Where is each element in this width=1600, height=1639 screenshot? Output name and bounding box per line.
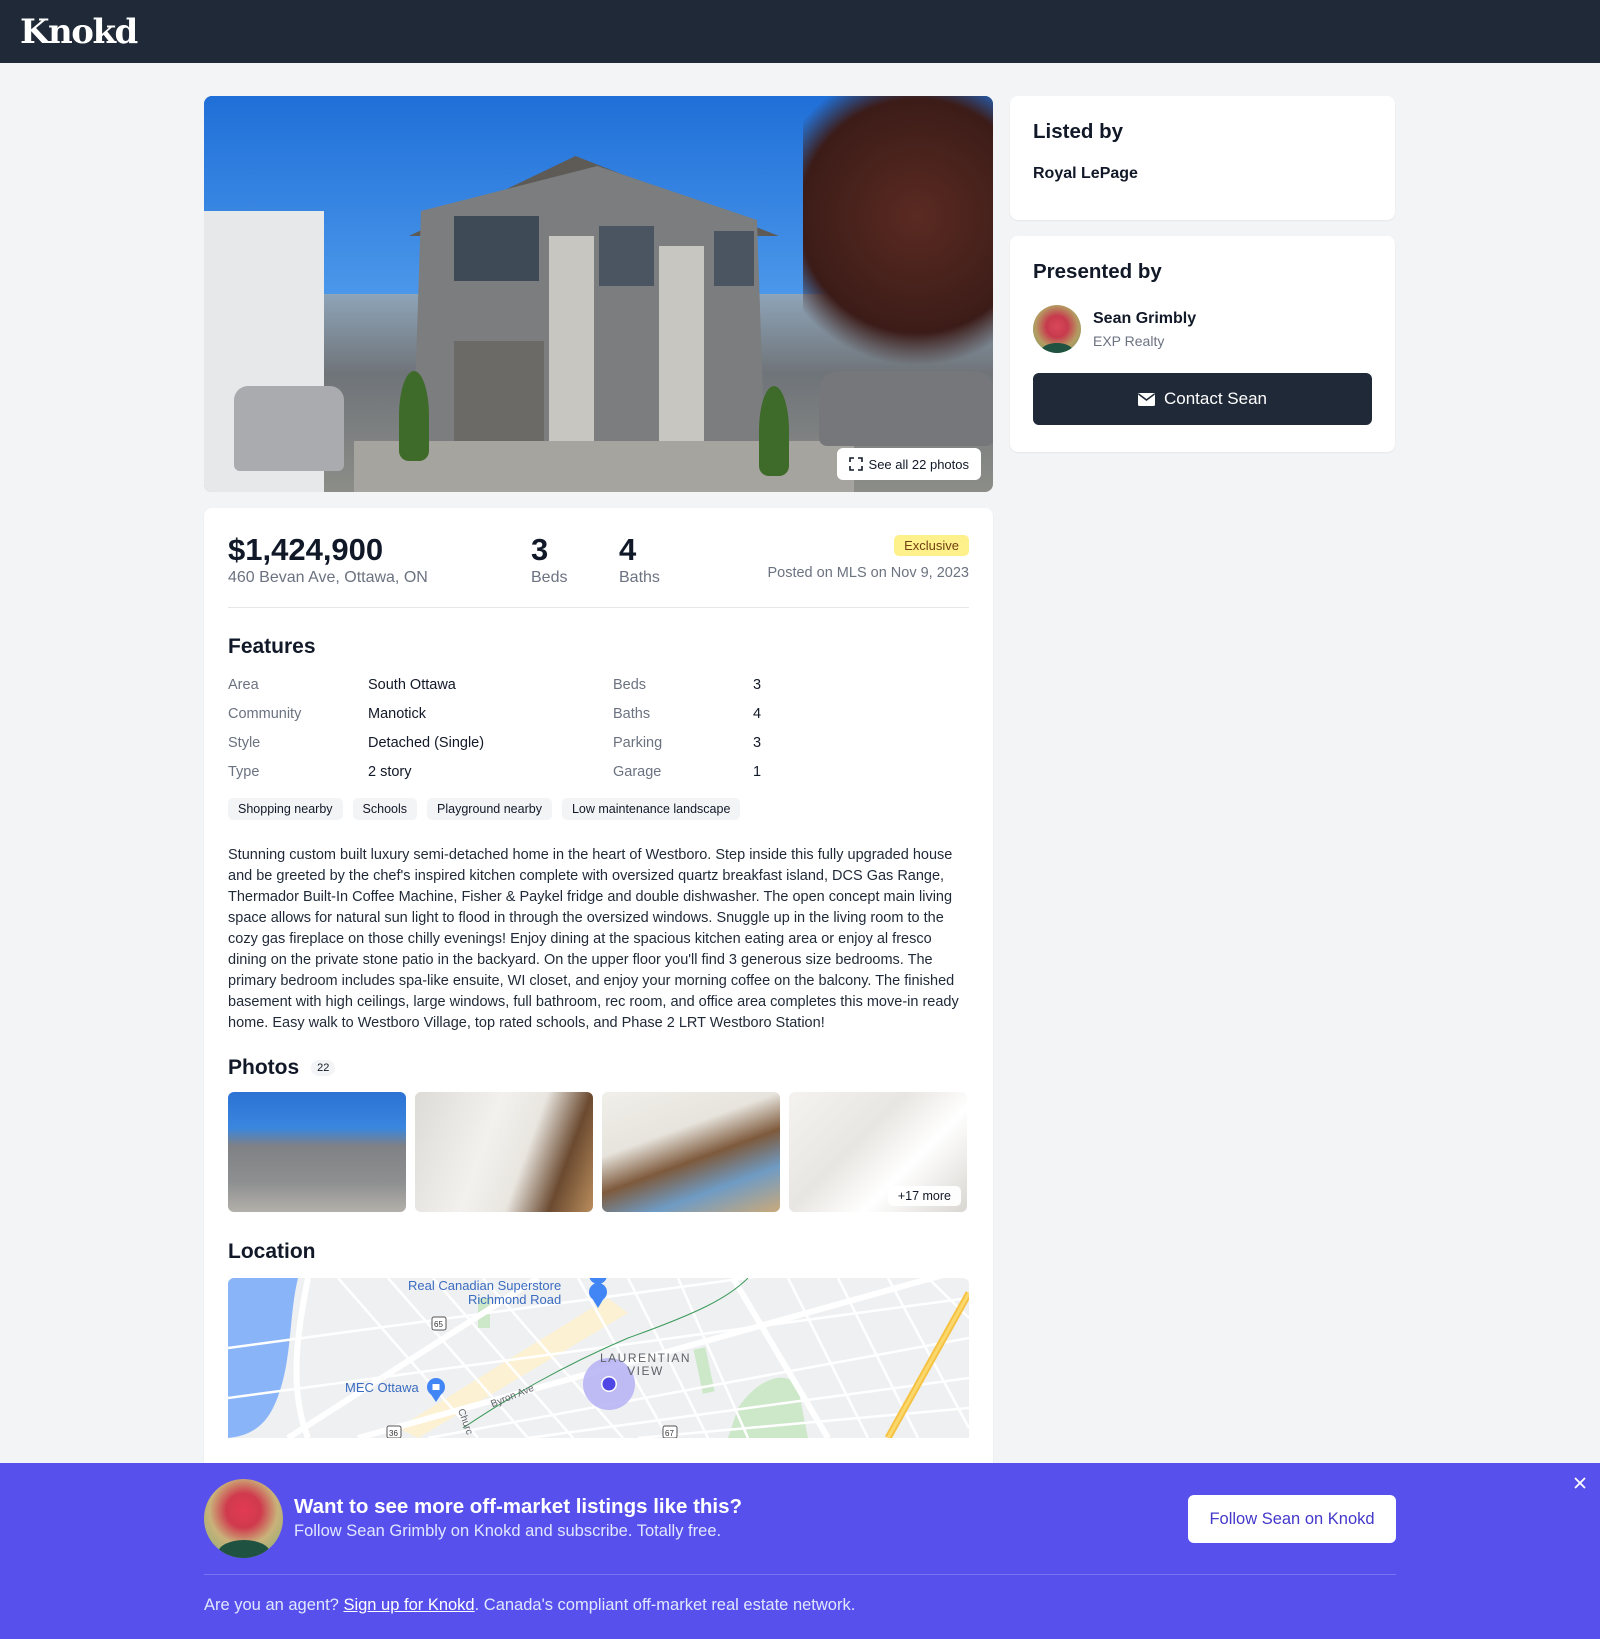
feature-value: 1	[753, 764, 762, 780]
feature-label: Type	[228, 764, 260, 780]
baths-stat: 4 Baths	[619, 532, 660, 587]
feature-value: South Ottawa	[368, 677, 456, 693]
listing-price: $1,424,900	[228, 532, 384, 567]
photos-header: Photos 22	[228, 1056, 969, 1080]
photos-count: 22	[311, 1060, 336, 1076]
hero-shrub	[399, 371, 429, 461]
baths-label: Baths	[619, 569, 660, 586]
follow-agent-banner: Want to see more off-market listings lik…	[0, 1463, 1600, 1639]
location-map[interactable]: Real Canadian Superstore Richmond Road M…	[228, 1278, 969, 1438]
follow-agent-button[interactable]: Follow Sean on Knokd	[1188, 1495, 1396, 1543]
feature-tag: Schools	[352, 798, 418, 820]
signup-link[interactable]: Sign up for Knokd	[343, 1596, 474, 1614]
map-route-number: 36	[389, 1429, 398, 1438]
map-label-area: LAURENTIAN VIEW	[600, 1351, 692, 1378]
knokd-logo[interactable]: Knokd	[20, 12, 138, 52]
feature-value: 2 story	[368, 764, 412, 780]
map-canvas	[228, 1278, 969, 1438]
listed-by-heading: Listed by	[1033, 120, 1123, 143]
banner-headline: Want to see more off-market listings lik…	[294, 1495, 743, 1518]
hero-shrub	[759, 386, 789, 476]
hero-tree	[803, 96, 993, 396]
map-location-pin[interactable]	[602, 1377, 616, 1391]
photo-thumbnails: +17 more	[228, 1092, 969, 1212]
agent-info: Sean Grimbly EXP Realty	[1033, 305, 1372, 353]
hero-window	[599, 226, 654, 286]
banner-subtext: Follow Sean Grimbly on Knokd and subscri…	[294, 1522, 722, 1540]
presented-by-heading: Presented by	[1033, 260, 1162, 283]
agent-company: EXP Realty	[1093, 332, 1165, 349]
feature-tags: Shopping nearby Schools Playground nearb…	[228, 798, 969, 820]
contact-agent-label: Contact Sean	[1163, 389, 1267, 408]
feature-value: 3	[753, 735, 762, 751]
more-photos-label[interactable]: +17 more	[887, 1186, 961, 1206]
hero-car	[819, 371, 993, 446]
listing-meta: Exclusive Posted on MLS on Nov 9, 2023	[767, 532, 969, 581]
agent-avatar[interactable]	[1033, 305, 1081, 353]
listed-by-card: Listed by Royal LePage	[1010, 96, 1395, 220]
hero-stone-pillar	[659, 246, 704, 446]
feature-tag: Low maintenance landscape	[561, 798, 741, 820]
banner-divider	[204, 1574, 1396, 1575]
features-table: Area South Ottawa Beds 3 Community Manot…	[228, 675, 969, 782]
listing-details-card: $1,424,900 460 Bevan Ave, Ottawa, ON 3 B…	[204, 508, 993, 1508]
close-icon[interactable]	[1570, 1473, 1590, 1493]
listing-description: Stunning custom built luxury semi-detach…	[228, 847, 959, 1031]
hero-window	[714, 231, 754, 286]
feature-tag: Playground nearby	[427, 798, 552, 820]
feature-tag: Shopping nearby	[228, 798, 343, 820]
hero-photo[interactable]: See all 22 photos	[204, 96, 993, 492]
expand-icon	[848, 457, 863, 471]
agent-signup-text: Are you an agent? Sign up for Knokd. Can…	[204, 1596, 856, 1614]
presented-by-card: Presented by Sean Grimbly EXP Realty Con…	[1010, 236, 1395, 452]
feature-label: Style	[228, 735, 261, 751]
hero-car	[234, 386, 344, 471]
exclusive-badge: Exclusive	[894, 535, 969, 556]
photos-heading: Photos	[228, 1056, 300, 1079]
see-all-photos-button[interactable]: See all 22 photos	[836, 448, 981, 480]
location-heading: Location	[228, 1240, 316, 1263]
beds-label: Beds	[531, 569, 568, 586]
map-label-mec: MEC Ottawa	[345, 1380, 419, 1395]
feature-label: Baths	[613, 706, 651, 722]
feature-value: 3	[753, 677, 762, 693]
photo-thumbnail[interactable]	[602, 1092, 780, 1212]
posted-date: Posted on MLS on Nov 9, 2023	[767, 565, 969, 581]
features-heading: Features	[228, 635, 316, 658]
feature-value: Detached (Single)	[368, 735, 485, 751]
main-column: See all 22 photos $1,424,900 460 Bevan A…	[204, 96, 993, 1508]
feature-label: Community	[228, 706, 302, 722]
listing-summary: $1,424,900 460 Bevan Ave, Ottawa, ON 3 B…	[228, 532, 969, 608]
map-route-number: 67	[665, 1429, 674, 1438]
feature-label: Beds	[613, 677, 647, 693]
top-nav-bar: Knokd	[0, 0, 1600, 63]
sidebar: Listed by Royal LePage Presented by Sean…	[1010, 96, 1395, 452]
brokerage-name: Royal LePage	[1033, 165, 1138, 182]
banner-agent-avatar	[204, 1479, 283, 1558]
photo-thumbnail[interactable]	[415, 1092, 593, 1212]
hero-stone-pillar	[549, 236, 594, 446]
agent-name[interactable]: Sean Grimbly	[1093, 310, 1196, 328]
beds-count: 3	[531, 532, 549, 567]
hero-garage-door	[454, 341, 544, 441]
feature-label: Area	[228, 677, 259, 693]
beds-stat: 3 Beds	[531, 532, 567, 587]
baths-count: 4	[619, 532, 637, 567]
feature-label: Parking	[613, 735, 663, 751]
photo-thumbnail[interactable]	[228, 1092, 406, 1212]
feature-value: 4	[753, 706, 762, 722]
hero-window	[454, 216, 539, 281]
feature-label: Garage	[613, 764, 662, 780]
envelope-icon	[1137, 392, 1155, 406]
see-all-photos-label: See all 22 photos	[868, 456, 969, 472]
map-water	[228, 1278, 298, 1438]
map-route-number: 65	[434, 1320, 443, 1329]
feature-value: Manotick	[368, 706, 427, 722]
contact-agent-button[interactable]: Contact Sean	[1033, 373, 1372, 425]
map-label-store: Real Canadian Superstore Richmond Road	[408, 1278, 562, 1307]
listing-address: 460 Bevan Ave, Ottawa, ON	[228, 569, 428, 586]
photo-thumbnail[interactable]: +17 more	[789, 1092, 967, 1212]
